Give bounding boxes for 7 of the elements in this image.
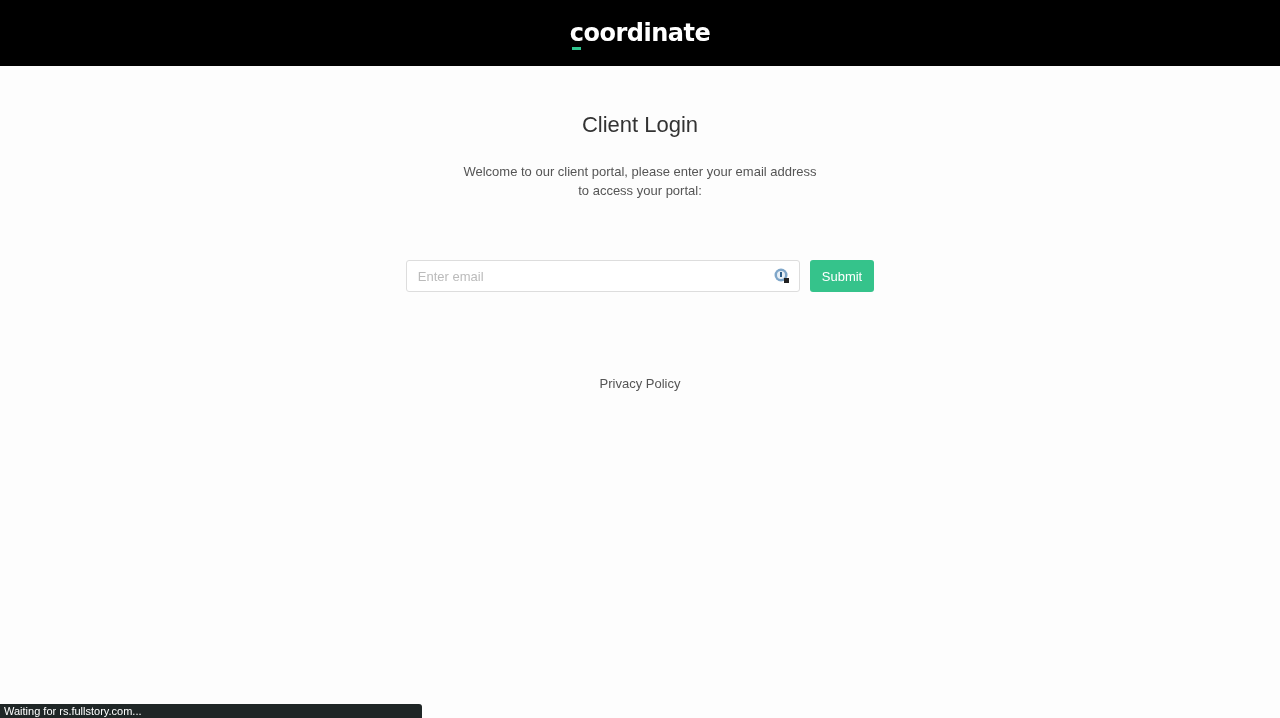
privacy-policy-link[interactable]: Privacy Policy: [599, 376, 681, 391]
logo[interactable]: coordinate: [569, 19, 711, 47]
page-title: Client Login: [581, 112, 699, 138]
status-bar: Waiting for rs.fullstory.com...: [0, 704, 422, 718]
password-manager-icon[interactable]: [773, 268, 790, 284]
email-field[interactable]: Enter email: [405, 260, 800, 292]
intro-text: Welcome to our client portal, please enter your email address to access your portal:: [463, 163, 817, 200]
